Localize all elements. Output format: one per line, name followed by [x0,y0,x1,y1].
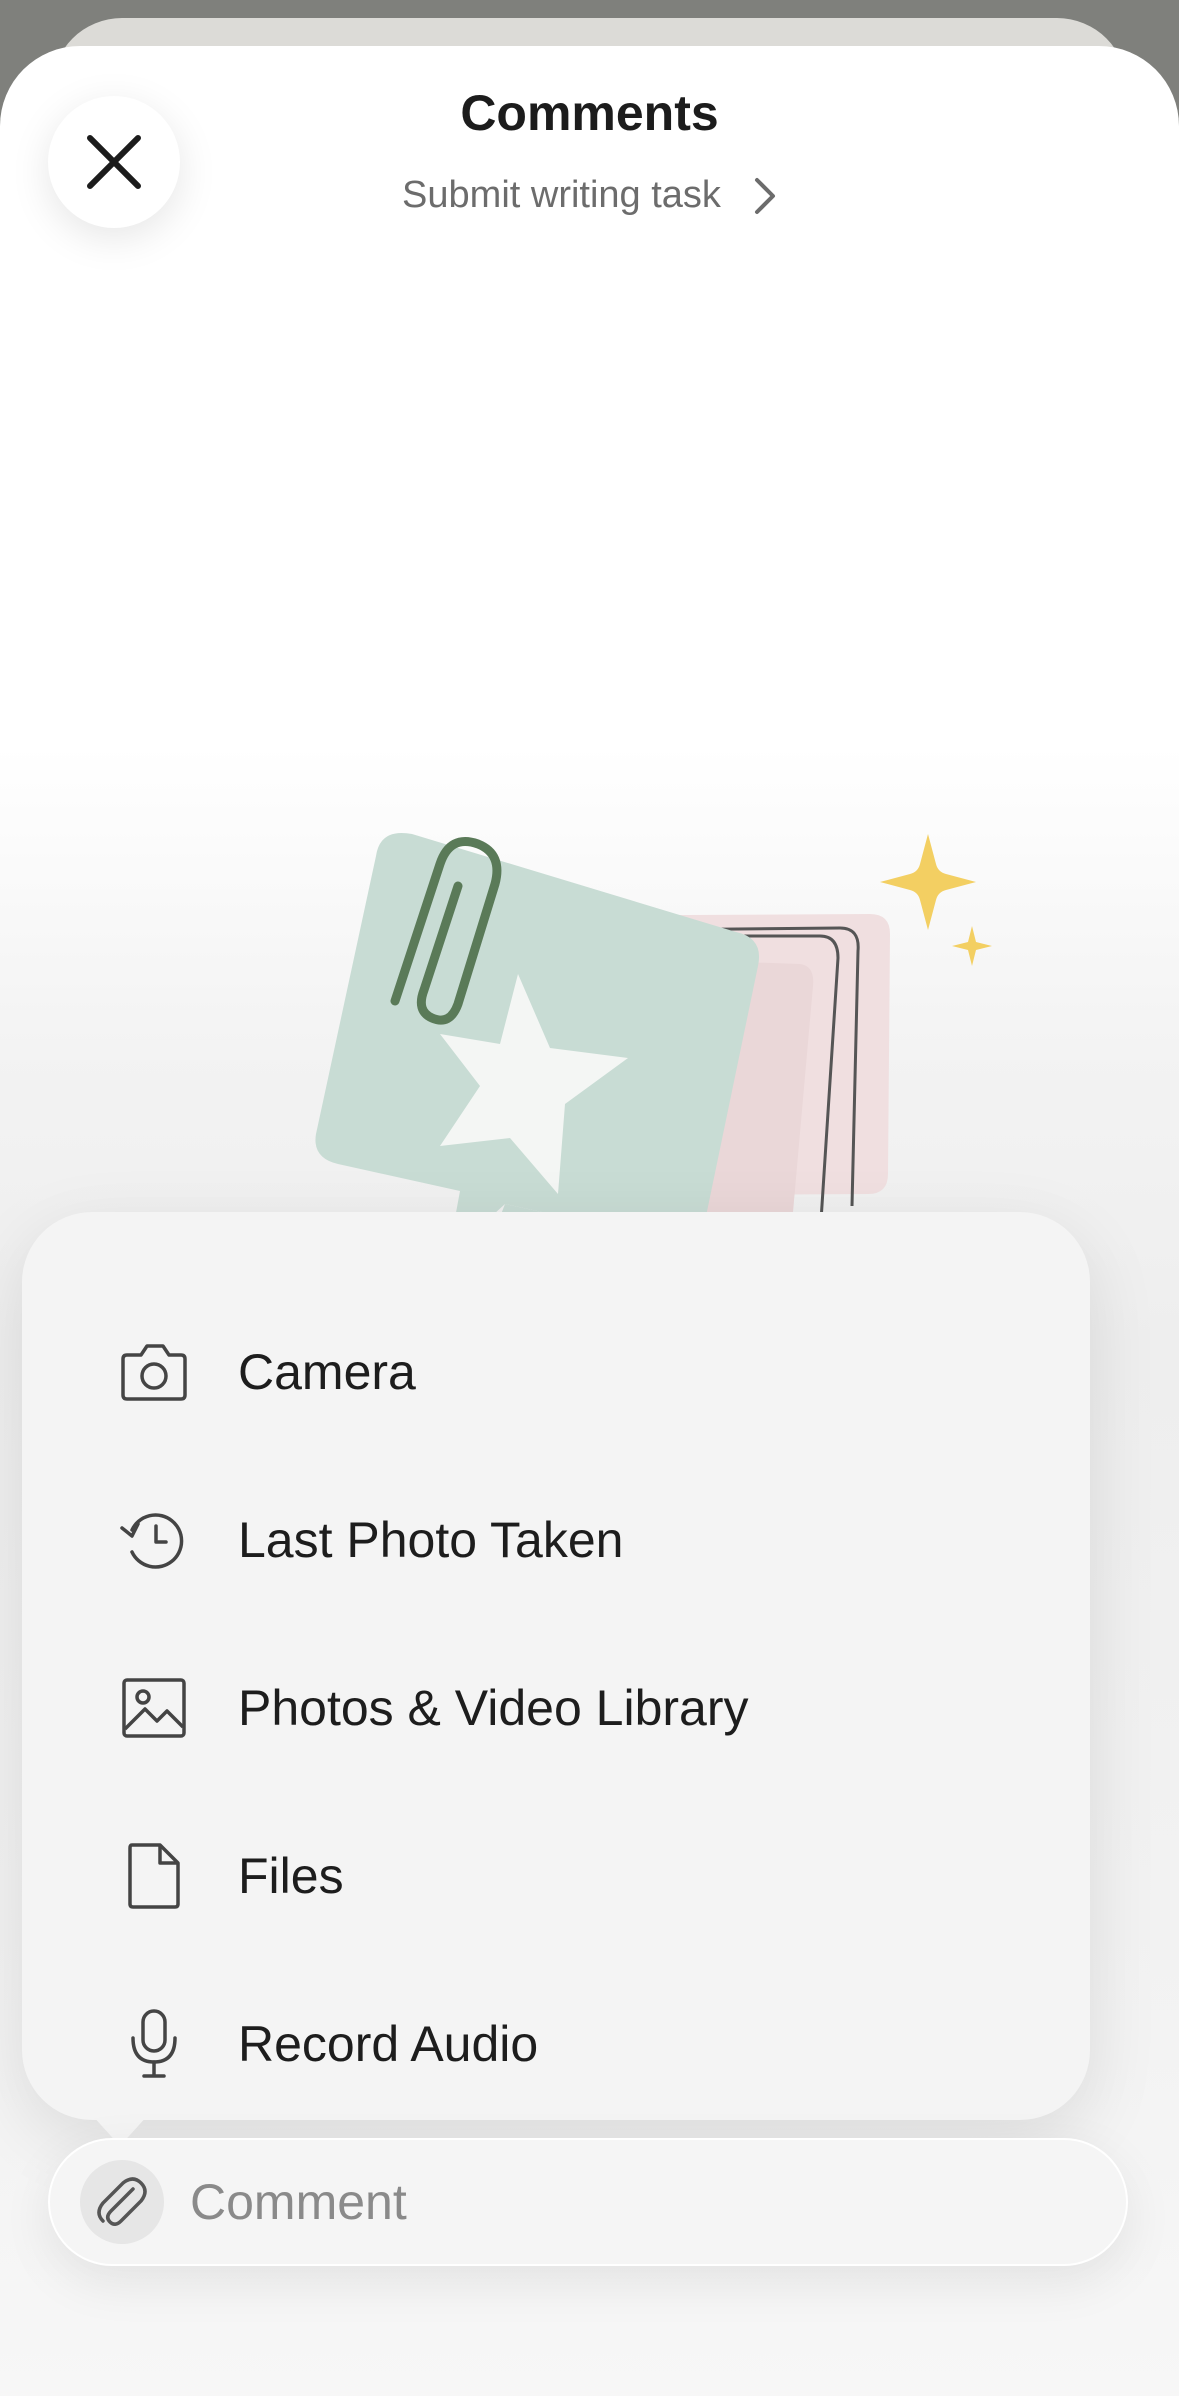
sparkle-small [952,926,992,966]
comment-composer [48,2138,1128,2266]
microphone-icon [114,2004,194,2084]
file-icon [114,1836,194,1916]
menu-item-label: Last Photo Taken [238,1512,624,1568]
history-clock-icon [114,1500,194,1580]
camera-icon [114,1332,194,1412]
menu-item-label: Photos & Video Library [238,1680,749,1736]
menu-item-files[interactable]: Files [114,1821,1054,1931]
menu-item-photo-library[interactable]: Photos & Video Library [114,1653,1054,1763]
photo-icon [114,1668,194,1748]
chevron-right-icon [754,177,775,214]
page-title: Comments [460,85,719,141]
task-link[interactable]: Submit writing task [0,174,1179,217]
sparkle-large [880,834,976,930]
menu-item-camera[interactable]: Camera [114,1317,1054,1427]
comment-input[interactable] [188,2172,992,2232]
task-link-label: Submit writing task [402,174,721,216]
paperclip-icon [97,2177,147,2226]
menu-item-record-audio[interactable]: Record Audio [114,1989,1054,2099]
menu-item-label: Record Audio [238,2016,539,2072]
menu-item-label: Camera [238,1344,416,1400]
attach-button[interactable] [80,2160,164,2244]
menu-item-last-photo[interactable]: Last Photo Taken [114,1485,1054,1595]
menu-item-label: Files [238,1848,344,1904]
attachment-menu: Camera Last Photo Taken Photos & Video L… [22,1212,1090,2120]
